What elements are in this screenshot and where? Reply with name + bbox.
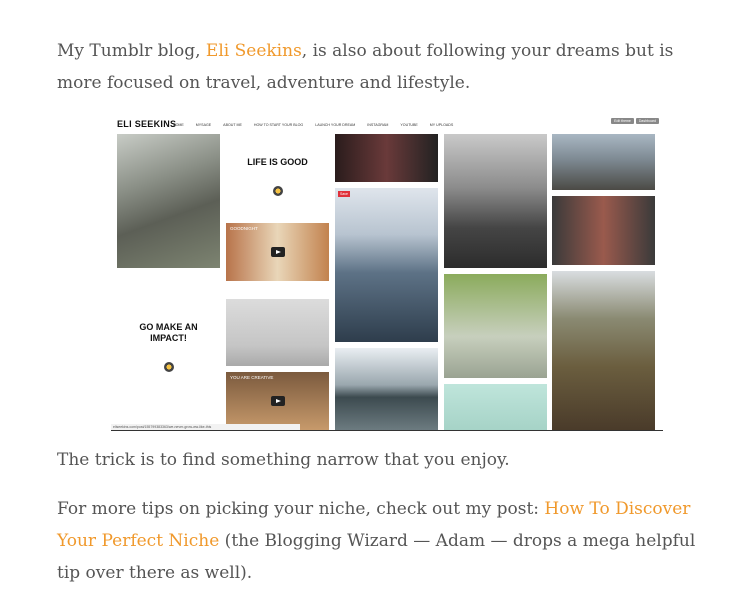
tips-paragraph: For more tips on picking your niche, che…	[57, 493, 717, 589]
save-badge: Save	[338, 191, 350, 197]
nav-item: INSTAGRAM	[367, 123, 389, 127]
video-creative: YOU ARE CREATIVE	[226, 372, 329, 430]
red-motorcycle-photo	[552, 196, 655, 265]
blog-nav: HOME MYSAGE ABOUT ME HOW TO START YOUR B…	[173, 123, 465, 127]
nav-item: HOW TO START YOUR BLOG	[253, 123, 304, 127]
video-title: GOODNIGHT	[230, 226, 258, 231]
blog-logo: ELI SEEKINS	[117, 119, 177, 129]
cliff-road-photo	[552, 271, 655, 430]
intro-text: My Tumblr blog,	[57, 41, 206, 61]
play-icon	[270, 247, 285, 257]
blog-top-buttons: Edit theme Dashboard	[611, 118, 659, 124]
edit-theme-button: Edit theme	[611, 118, 634, 124]
eli-seekins-link[interactable]: Eli Seekins	[206, 41, 302, 61]
nav-item: MY UPLOADS	[429, 123, 454, 127]
fjord-photo: Save	[335, 188, 438, 342]
mountain-road-photo	[444, 134, 547, 268]
mint-motorcycle-photo	[444, 384, 547, 430]
motorcycle-dark-photo	[335, 134, 438, 182]
impact-text: GO MAKE AN IMPACT!	[139, 322, 198, 343]
video-goodnight: GOODNIGHT	[226, 223, 329, 281]
nav-item: YOUTUBE	[400, 123, 418, 127]
nav-item: ABOUT ME	[223, 123, 242, 127]
spark-icon	[272, 186, 283, 196]
trick-paragraph: The trick is to find something narrow th…	[57, 450, 510, 470]
road-mountains-photo	[552, 134, 655, 190]
dashboard-button: Dashboard	[635, 118, 659, 124]
man-walking-photo	[444, 274, 547, 378]
blog-screenshot: ELI SEEKINS HOME MYSAGE ABOUT ME HOW TO …	[111, 112, 663, 431]
play-icon	[270, 396, 285, 406]
nav-item: LAUNCH YOUR DREAM	[315, 123, 356, 127]
motorcycle-garage-photo	[226, 299, 329, 366]
spark-icon	[163, 362, 174, 372]
go-make-impact-tile: GO MAKE AN IMPACT!	[117, 272, 220, 422]
video-title: YOU ARE CREATIVE	[230, 375, 274, 380]
intro-paragraph: My Tumblr blog, Eli Seekins, is also abo…	[57, 35, 717, 99]
waterfall-photo	[117, 134, 220, 268]
life-is-good-tile: LIFE IS GOOD	[226, 134, 329, 219]
nav-item: MYSAGE	[195, 123, 212, 127]
lake-photo	[335, 348, 438, 430]
tips-text: For more tips on picking your niche, che…	[57, 499, 545, 519]
url-status-bar: eliseekins.com/post/155799383363/we-neve…	[111, 424, 300, 430]
nav-item: HOME	[173, 123, 184, 127]
life-text: LIFE IS GOOD	[247, 157, 308, 167]
